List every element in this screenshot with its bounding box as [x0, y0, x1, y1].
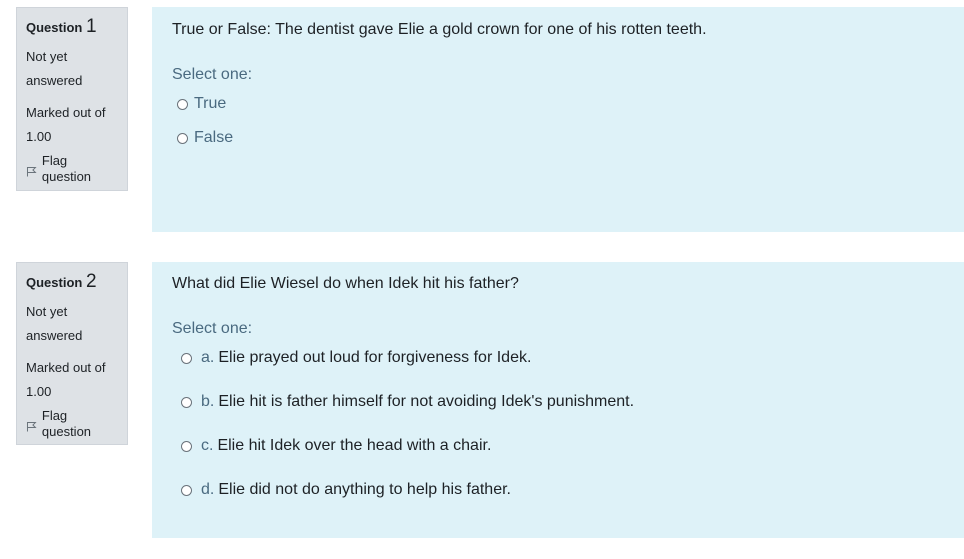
question-grade: Marked out of 1.00 — [26, 101, 119, 149]
radio-button[interactable] — [181, 484, 192, 496]
flag-icon — [26, 421, 37, 431]
grade-line-1: Marked out of — [26, 105, 106, 120]
option-label: True — [194, 95, 227, 112]
option-letter: d. — [201, 481, 215, 498]
option-a[interactable]: a. Elie prayed out loud for forgiveness … — [181, 348, 944, 368]
option-label: Elie did not do anything to help his fat… — [218, 481, 511, 498]
grade-line-2: 1.00 — [26, 129, 52, 144]
question-text: What did Elie Wiesel do when Idek hit hi… — [172, 275, 519, 292]
question-label: Question — [26, 20, 83, 35]
option-label: Elie hit is father himself for not avoid… — [218, 393, 635, 410]
question-state: Not yet answered — [26, 300, 119, 348]
option-letter: a. — [201, 349, 215, 366]
question-1-content: True or False: The dentist gave Elie a g… — [152, 7, 964, 232]
question-number-value: 2 — [85, 271, 97, 292]
grade-line-2: 1.00 — [26, 384, 52, 399]
question-number: Question 1 — [26, 16, 119, 38]
grade-line-1: Marked out of — [26, 360, 106, 375]
option-c[interactable]: c. Elie hit Idek over the head with a ch… — [181, 436, 944, 456]
flag-question-link[interactable]: Flag question — [26, 153, 119, 185]
question-state: Not yet answered — [26, 45, 119, 93]
flag-icon — [26, 166, 37, 176]
question-number-value: 1 — [85, 16, 97, 37]
select-one-prompt: Select one: — [172, 66, 253, 83]
question-text: True or False: The dentist gave Elie a g… — [172, 21, 707, 38]
option-true[interactable]: True — [177, 94, 944, 114]
question-2-content: What did Elie Wiesel do when Idek hit hi… — [152, 262, 964, 538]
option-letter: c. — [201, 437, 214, 454]
state-line-1: Not yet — [26, 49, 68, 64]
radio-button[interactable] — [181, 352, 192, 364]
radio-button[interactable] — [177, 132, 188, 144]
flag-question-label: Flag question — [41, 153, 92, 184]
flag-question-link[interactable]: Flag question — [26, 408, 119, 440]
question-1-info: Question 1 Not yet answered Marked out o… — [16, 7, 128, 191]
option-label: Elie hit Idek over the head with a chair… — [217, 437, 492, 454]
state-line-2: answered — [26, 73, 83, 88]
option-label: False — [194, 129, 234, 146]
radio-button[interactable] — [177, 98, 188, 110]
radio-button[interactable] — [181, 440, 192, 452]
option-false[interactable]: False — [177, 128, 944, 148]
question-label: Question — [26, 275, 83, 290]
state-line-1: Not yet — [26, 304, 68, 319]
option-d[interactable]: d. Elie did not do anything to help his … — [181, 480, 944, 500]
radio-button[interactable] — [181, 396, 192, 408]
question-2-info: Question 2 Not yet answered Marked out o… — [16, 262, 128, 445]
select-one-prompt: Select one: — [172, 320, 253, 337]
question-number: Question 2 — [26, 271, 119, 293]
state-line-2: answered — [26, 328, 83, 343]
option-b[interactable]: b. Elie hit is father himself for not av… — [181, 392, 944, 412]
flag-question-label: Flag question — [41, 408, 92, 439]
question-grade: Marked out of 1.00 — [26, 356, 119, 404]
option-label: Elie prayed out loud for forgiveness for… — [218, 349, 532, 366]
option-letter: b. — [201, 393, 215, 410]
